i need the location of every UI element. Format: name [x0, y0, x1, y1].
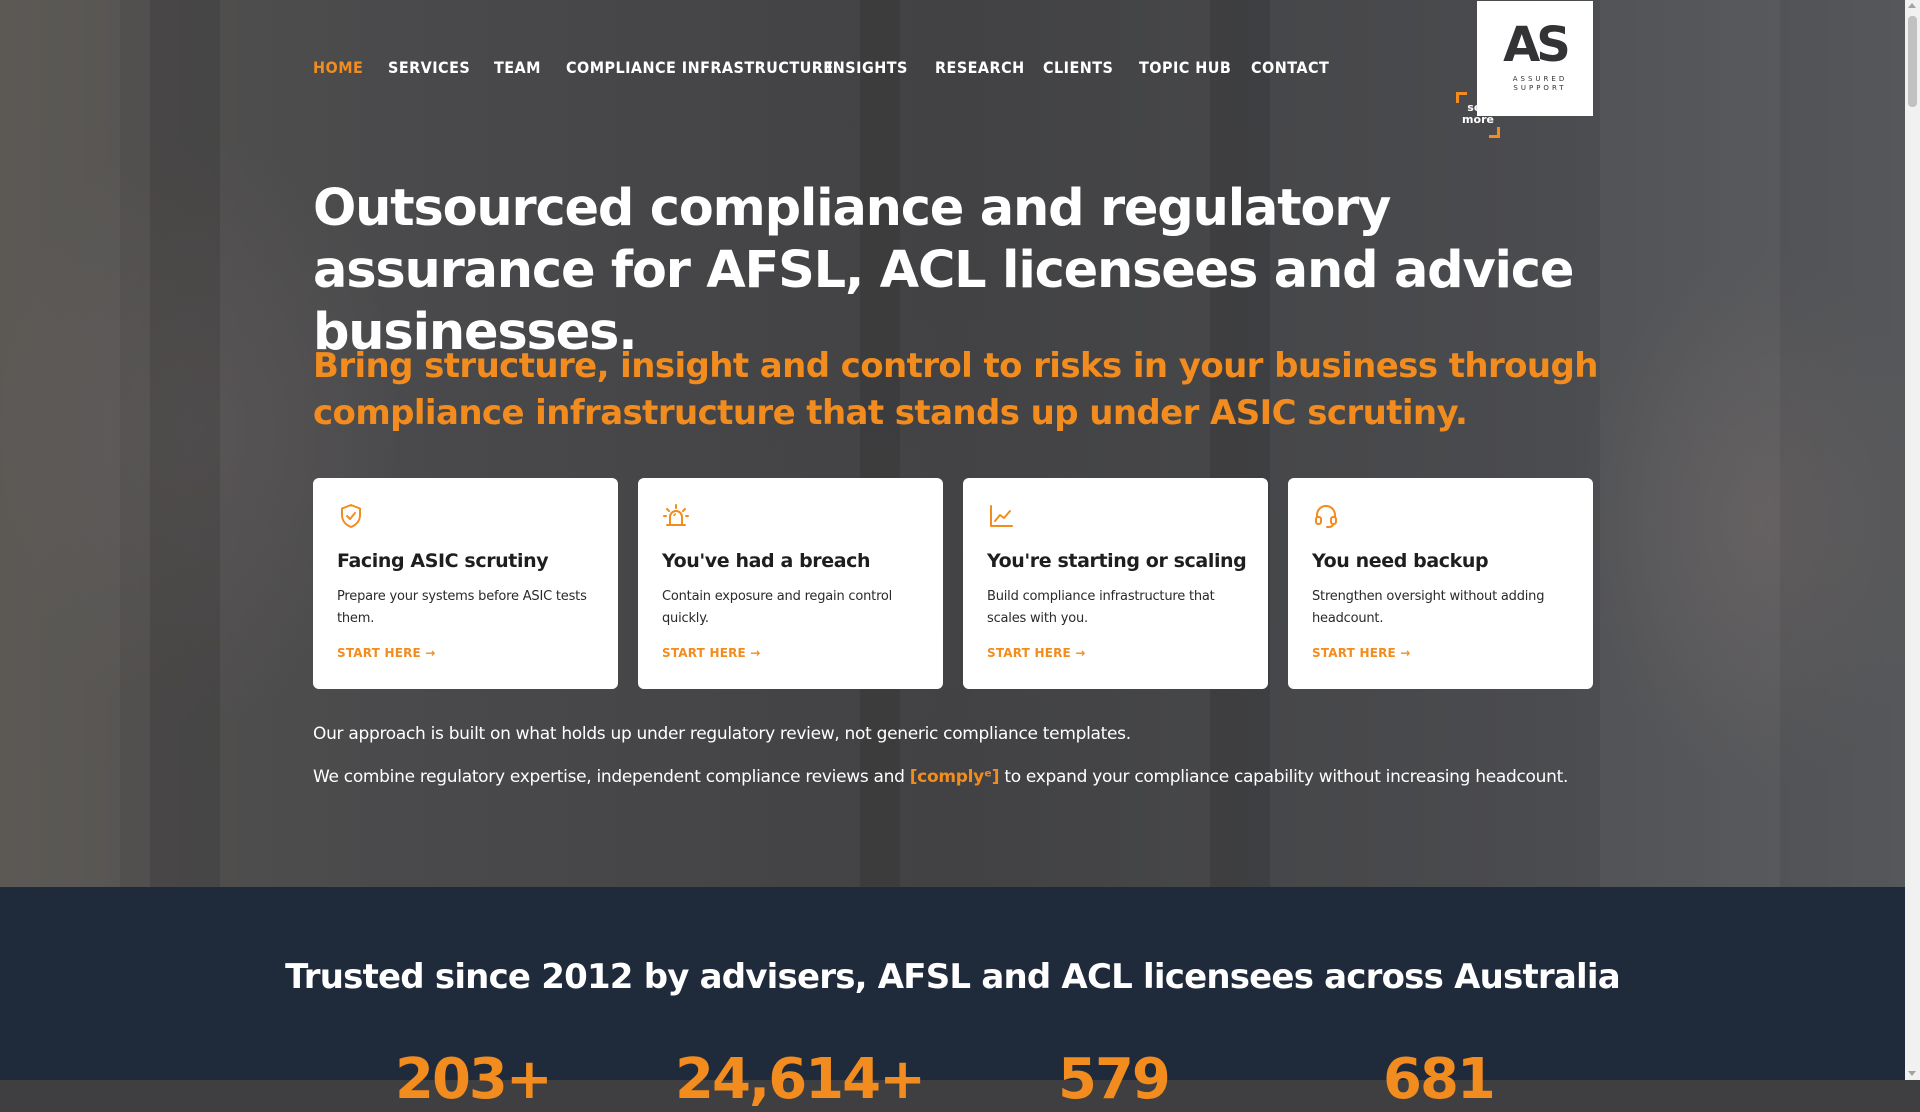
trust-heading: Trusted since 2012 by advisers, AFSL and…: [285, 957, 1621, 997]
headset-icon: [1315, 505, 1337, 528]
nav-item-contact[interactable]: CONTACT: [1251, 58, 1329, 77]
trust-section: Trusted since 2012 by advisers, AFSL and…: [0, 887, 1905, 1112]
nav-item-research[interactable]: RESEARCH: [935, 58, 1025, 77]
approach-text: Our approach is built on what holds up u…: [313, 724, 1131, 744]
nav-item-insights[interactable]: INSIGHTS: [827, 58, 908, 77]
card-need-backup[interactable]: You need backup Strengthen oversight wit…: [1288, 478, 1593, 689]
scroll-up-arrow-icon[interactable]: [1908, 3, 1916, 8]
start-here-link[interactable]: START HERE →: [987, 646, 1086, 660]
card-description: Strengthen oversight without adding head…: [1312, 589, 1545, 626]
nav-item-compliance-infrastructure[interactable]: COMPLIANCE INFRASTRUCTURE: [566, 58, 834, 77]
comply-link[interactable]: [complyᵉ]: [910, 767, 1000, 787]
card-description: Prepare your systems before ASIC tests t…: [337, 589, 587, 626]
card-description: Build compliance infrastructure that sca…: [987, 589, 1215, 626]
nav-item-services[interactable]: SERVICES: [388, 58, 470, 77]
see-more-button[interactable]: see more: [1456, 92, 1500, 138]
logo-wordmark: ASSURED SUPPORT: [1512, 75, 1568, 92]
nav-item-topic-hub[interactable]: TOPIC HUB: [1139, 58, 1231, 77]
nav-item-home[interactable]: HOME: [313, 58, 363, 77]
start-here-link[interactable]: START HERE →: [662, 646, 761, 660]
card-had-a-breach[interactable]: You've had a breach Contain exposure and…: [638, 478, 943, 689]
start-here-link[interactable]: START HERE →: [1312, 646, 1411, 660]
hero-headline: Outsourced compliance and regulatory ass…: [313, 179, 1574, 362]
hero-section: [0, 0, 1905, 887]
scrollbar-thumb[interactable]: [1908, 16, 1917, 107]
card-description: Contain exposure and regain control quic…: [662, 589, 893, 626]
approach-capability-text: We combine regulatory expertise, indepen…: [313, 767, 1569, 787]
alarm-siren-icon: [663, 504, 689, 526]
line-chart-icon: [990, 505, 1013, 527]
corner-bracket-icon: [1489, 127, 1500, 138]
card-title: You're starting or scaling: [987, 550, 1247, 572]
card-title: You need backup: [1312, 550, 1489, 572]
start-here-link[interactable]: START HERE →: [337, 646, 436, 660]
nav-item-clients[interactable]: CLIENTS: [1043, 58, 1113, 77]
card-title: Facing ASIC scrutiny: [337, 550, 549, 572]
logo-mark: AS: [1503, 17, 1571, 73]
scroll-down-arrow-icon[interactable]: [1908, 1071, 1916, 1076]
card-title: You've had a breach: [662, 550, 871, 572]
hero-subheadline: Bring structure, insight and control to …: [313, 346, 1598, 433]
see-more-label: see more: [1462, 101, 1494, 126]
page-scrollbar[interactable]: [1905, 0, 1920, 1080]
nav-item-team[interactable]: TEAM: [494, 58, 541, 77]
card-starting-or-scaling[interactable]: You're starting or scaling Build complia…: [963, 478, 1268, 689]
card-facing-asic-scrutiny[interactable]: Facing ASIC scrutiny Prepare your system…: [313, 478, 618, 689]
shield-check-icon: [341, 504, 361, 528]
